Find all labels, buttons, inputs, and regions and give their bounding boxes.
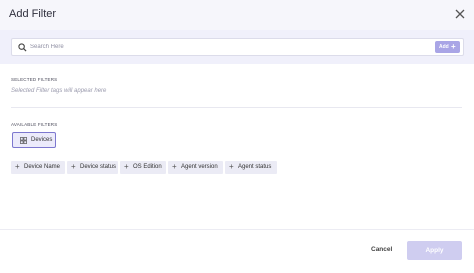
- footer-divider: [0, 229, 474, 230]
- category-devices[interactable]: Devices: [12, 132, 56, 148]
- filter-chip-label: Device Name: [24, 164, 61, 170]
- plus-icon: +: [172, 162, 177, 171]
- category-devices-label: Devices: [31, 137, 53, 143]
- selected-filters-hint: Selected Filter tags will appear here: [11, 88, 107, 94]
- filter-chip-label: Device status: [80, 164, 117, 170]
- cancel-button[interactable]: Cancel: [371, 246, 392, 253]
- apply-button[interactable]: Apply: [407, 241, 462, 260]
- devices-icon: [20, 137, 27, 144]
- available-filters-label: AVAILABLE FILTERS: [11, 122, 58, 127]
- filter-chip-label: Agent status: [238, 164, 272, 170]
- filter-chip-label: Agent version: [181, 164, 218, 170]
- plus-icon: +: [229, 162, 234, 171]
- filter-chip-device-name[interactable]: + Device Name: [11, 161, 65, 174]
- modal-header: Add Filter: [0, 0, 474, 30]
- plus-icon: +: [15, 162, 20, 171]
- add-filter-modal: Add Filter Add + SELECTED FILTERS Select…: [0, 0, 474, 273]
- plus-icon: +: [71, 162, 76, 171]
- add-button-label: Add: [439, 44, 449, 50]
- plus-icon: +: [124, 162, 129, 171]
- selected-filters-label: SELECTED FILTERS: [11, 77, 58, 82]
- search-section: Add +: [0, 30, 474, 64]
- close-icon[interactable]: [454, 8, 466, 20]
- plus-icon: +: [451, 42, 456, 51]
- section-divider: [11, 107, 462, 108]
- search-icon: [18, 43, 27, 52]
- filter-chip-agent-status[interactable]: + Agent status: [225, 161, 277, 174]
- filter-chip-agent-version[interactable]: + Agent version: [168, 161, 223, 174]
- add-button[interactable]: Add +: [435, 41, 460, 53]
- search-input[interactable]: [30, 40, 330, 54]
- filter-chip-os-edition[interactable]: + OS Edition: [120, 161, 166, 174]
- filter-chip-label: OS Edition: [133, 164, 162, 170]
- modal-title: Add Filter: [9, 8, 57, 20]
- filter-chip-device-status[interactable]: + Device status: [67, 161, 118, 174]
- search-box: Add +: [11, 38, 464, 56]
